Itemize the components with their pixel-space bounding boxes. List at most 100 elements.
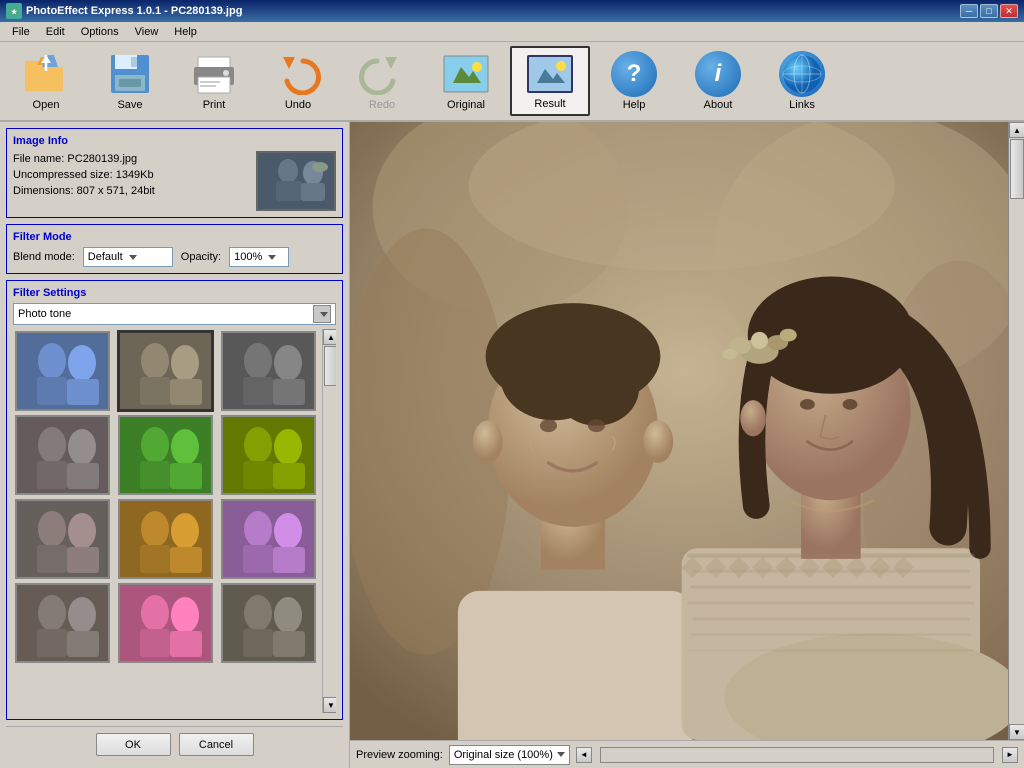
print-button[interactable]: Print [174,46,254,116]
filter-mode-section: Filter Mode Blend mode: Default Opacity:… [6,224,343,274]
maximize-button[interactable]: □ [980,4,998,18]
filter-dropdown[interactable]: Photo tone [13,303,336,325]
redo-button[interactable]: Redo [342,46,422,116]
scroll-down-button[interactable]: ▼ [323,697,336,713]
list-item[interactable] [15,583,110,663]
right-panel: ▲ ▼ Preview zooming: Original size (100%… [350,122,1024,768]
dimensions: Dimensions: 807 x 571, 24bit [13,183,250,199]
result-button[interactable]: Result [510,46,590,116]
scroll-up-button[interactable]: ▲ [323,329,336,345]
toolbar: Open Save Print [0,42,1024,122]
image-info-row: File name: PC280139.jpg Uncompressed siz… [13,151,336,211]
list-item[interactable] [118,583,213,663]
list-item[interactable] [15,499,110,579]
thumbnails-grid [13,329,322,665]
h-scrollbar [600,747,994,763]
zoom-value: Original size (100%) [454,749,553,761]
list-item[interactable] [221,415,316,495]
open-icon [22,51,70,97]
minimize-button[interactable]: ─ [960,4,978,18]
zoom-arrow-icon [557,752,565,757]
menu-help[interactable]: Help [166,24,205,40]
filename: File name: PC280139.jpg [13,151,250,167]
filter-settings-section: Filter Settings Photo tone [6,280,343,720]
close-button[interactable]: ✕ [1000,4,1018,18]
redo-label: Redo [369,99,395,111]
svg-text:★: ★ [11,8,18,16]
zoom-select[interactable]: Original size (100%) [449,745,570,765]
filter-settings-title: Filter Settings [13,287,336,299]
filter-mode-title: Filter Mode [13,231,336,243]
list-item[interactable] [15,415,110,495]
open-button[interactable]: Open [6,46,86,116]
preview-scroll-thumb[interactable] [1010,139,1024,199]
save-button[interactable]: Save [90,46,170,116]
blend-mode-select[interactable]: Default [83,247,173,267]
image-info-text: File name: PC280139.jpg Uncompressed siz… [13,151,250,211]
links-button[interactable]: Links [762,46,842,116]
original-button[interactable]: Original [426,46,506,116]
opacity-value: 100% [234,251,262,263]
blend-value: Default [88,251,123,263]
left-panel: Image Info File name: PC280139.jpg Uncom… [0,122,350,768]
app-icon: ★ [6,3,22,19]
ok-button[interactable]: OK [96,733,171,756]
thumbnails-container [13,329,322,713]
cancel-button[interactable]: Cancel [179,733,254,756]
h-scroll-right-button[interactable]: ► [1002,747,1018,763]
help-button[interactable]: ? Help [594,46,674,116]
h-scroll-left-button[interactable]: ◄ [576,747,592,763]
preview-scroll-down[interactable]: ▼ [1009,724,1024,740]
print-icon [190,51,238,97]
scroll-thumb[interactable] [324,346,336,386]
undo-button[interactable]: Undo [258,46,338,116]
filter-mode-row: Blend mode: Default Opacity: 100% [13,247,336,267]
save-label: Save [117,99,142,111]
opacity-label: Opacity: [181,251,221,263]
status-bar: Preview zooming: Original size (100%) ◄ … [350,740,1024,768]
list-item[interactable] [15,331,110,411]
preview-scroll-up[interactable]: ▲ [1009,122,1024,138]
preview-image [350,122,1024,740]
window-controls: ─ □ ✕ [960,4,1018,18]
blend-arrow-icon [129,255,137,260]
menu-file[interactable]: File [4,24,38,40]
menu-edit[interactable]: Edit [38,24,73,40]
list-item[interactable] [221,331,316,411]
undo-icon [274,51,322,97]
list-item[interactable] [221,499,316,579]
filter-arrow-button[interactable] [313,305,331,323]
about-button[interactable]: i About [678,46,758,116]
thumbnails-scrollbar: ▲ ▼ [322,329,336,713]
about-icon: i [694,51,742,97]
save-icon [106,51,154,97]
blend-label: Blend mode: [13,251,75,263]
list-item[interactable] [221,583,316,663]
menu-bar: File Edit Options View Help [0,22,1024,42]
preview-scrollbar: ▲ ▼ [1008,122,1024,740]
undo-label: Undo [285,99,311,111]
list-item[interactable] [118,499,213,579]
image-thumbnail [256,151,336,211]
list-item[interactable] [118,331,213,411]
result-label: Result [534,98,565,110]
file-size: Uncompressed size: 1349Kb [13,167,250,183]
filter-down-icon [320,312,328,317]
main-content: Image Info File name: PC280139.jpg Uncom… [0,122,1024,768]
image-info-section: Image Info File name: PC280139.jpg Uncom… [6,128,343,218]
result-icon [526,52,574,96]
print-label: Print [203,99,226,111]
preview-area: ▲ ▼ [350,122,1024,740]
redo-icon [358,51,406,97]
preview-scroll-track [1009,138,1024,724]
title-bar: ★ PhotoEffect Express 1.0.1 - PC280139.j… [0,0,1024,22]
links-icon [778,51,826,97]
opacity-select[interactable]: 100% [229,247,289,267]
list-item[interactable] [118,415,213,495]
title-bar-left: ★ PhotoEffect Express 1.0.1 - PC280139.j… [6,3,242,19]
original-label: Original [447,99,485,111]
zoom-label: Preview zooming: [356,749,443,761]
menu-options[interactable]: Options [73,24,127,40]
menu-view[interactable]: View [127,24,167,40]
scroll-track [323,345,336,697]
